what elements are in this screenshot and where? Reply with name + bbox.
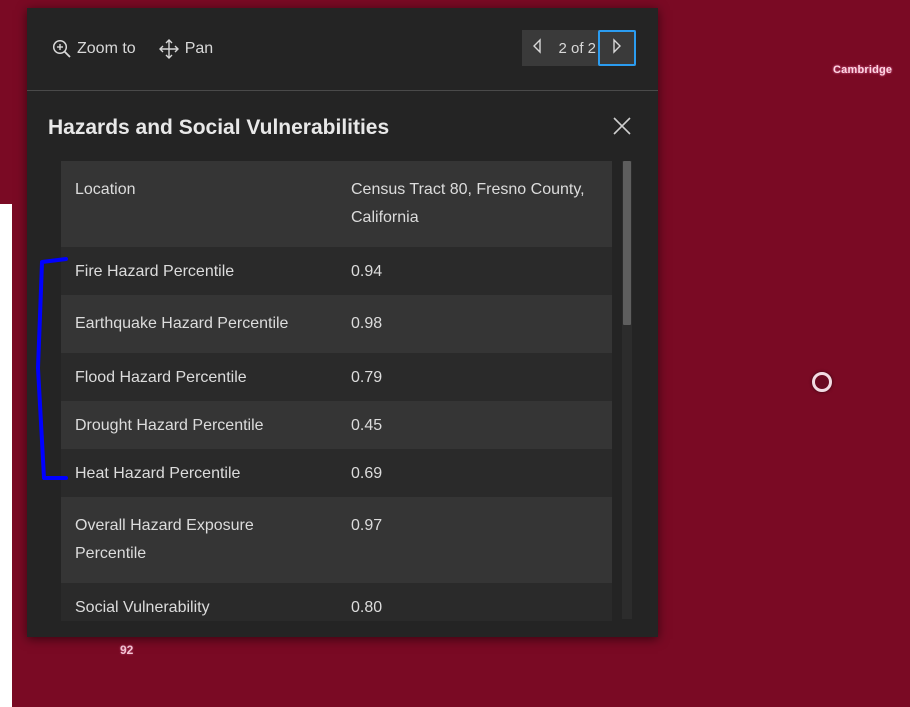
close-button[interactable]: [612, 116, 632, 141]
map-cluster-label[interactable]: 92: [120, 643, 133, 657]
zoom-in-icon: [52, 39, 72, 59]
attribute-key: Earthquake Hazard Percentile: [61, 295, 337, 353]
feature-pager: 2 of 2: [522, 30, 636, 66]
table-row: Social Vulnerability 0.80: [61, 583, 612, 621]
table-row: Location Census Tract 80, Fresno County,…: [61, 161, 612, 247]
attribute-value: 0.94: [337, 247, 612, 295]
table-row: Drought Hazard Percentile 0.45: [61, 401, 612, 449]
close-icon: [612, 116, 632, 141]
table-row: Earthquake Hazard Percentile 0.98: [61, 295, 612, 353]
table-row: Overall Hazard Exposure Percentile 0.97: [61, 497, 612, 583]
attribute-key: Drought Hazard Percentile: [61, 401, 337, 449]
table-row: Fire Hazard Percentile 0.94: [61, 247, 612, 295]
pager-count: 2 of 2: [558, 39, 596, 57]
attribute-key: Location: [61, 161, 337, 247]
attribute-key: Flood Hazard Percentile: [61, 353, 337, 401]
table-scrollbar[interactable]: [622, 161, 632, 619]
next-feature-button[interactable]: [598, 30, 636, 66]
popup-title: Hazards and Social Vulnerabilities: [48, 116, 390, 139]
attribute-key: Heat Hazard Percentile: [61, 449, 337, 497]
map-label-cambridge: Cambridge: [833, 64, 893, 76]
chevron-left-icon: [531, 37, 543, 59]
attribute-table: Location Census Tract 80, Fresno County,…: [61, 161, 612, 621]
pan-move-icon: [158, 38, 180, 60]
attribute-value: 0.69: [337, 449, 612, 497]
pan-label: Pan: [184, 40, 214, 57]
zoom-to-button[interactable]: Zoom to: [52, 39, 136, 59]
popup-title-row: Hazards and Social Vulnerabilities: [27, 91, 658, 165]
attribute-value: 0.79: [337, 353, 612, 401]
attribute-value: 0.97: [337, 497, 612, 583]
pan-button[interactable]: Pan: [158, 38, 213, 60]
table-row: Flood Hazard Percentile 0.79: [61, 353, 612, 401]
attribute-key: Social Vulnerability: [61, 583, 337, 621]
attribute-value: 0.45: [337, 401, 612, 449]
table-row: Heat Hazard Percentile 0.69: [61, 449, 612, 497]
attribute-key: Fire Hazard Percentile: [61, 247, 337, 295]
attribute-key: Overall Hazard Exposure Percentile: [61, 497, 337, 583]
previous-feature-button[interactable]: [522, 30, 552, 66]
attribute-value: 0.80: [337, 583, 612, 621]
attribute-value: Census Tract 80, Fresno County, Californ…: [337, 161, 612, 247]
chevron-right-icon: [611, 37, 623, 59]
popup-actions: Zoom to Pan: [52, 38, 213, 60]
zoom-to-label: Zoom to: [77, 40, 136, 57]
attribute-table-container[interactable]: Location Census Tract 80, Fresno County,…: [61, 161, 613, 621]
annotation-bracket: [36, 257, 68, 480]
map-edge-strip: [0, 204, 12, 707]
scrollbar-thumb[interactable]: [623, 161, 631, 325]
map-point-marker[interactable]: [812, 372, 832, 392]
popup-header: Zoom to Pan 2 of 2: [27, 8, 658, 90]
attribute-value: 0.98: [337, 295, 612, 353]
